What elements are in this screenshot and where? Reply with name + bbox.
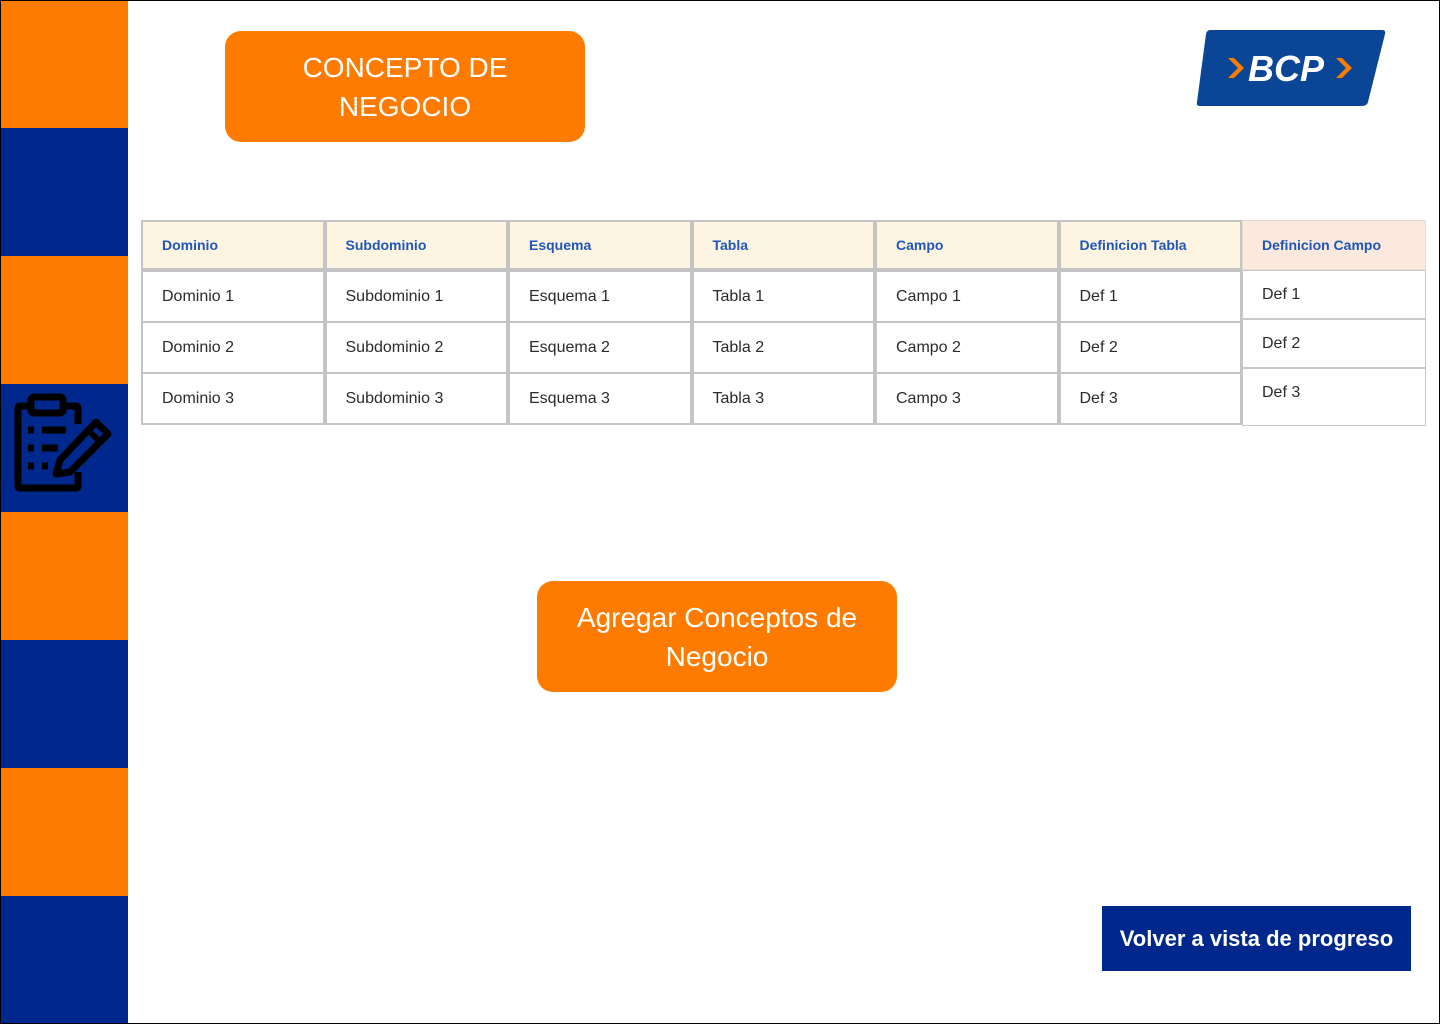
table-cell: Dominio 1 [141,270,325,323]
logo-text: BCP [1248,48,1325,89]
table-cell: Subdominio 1 [324,270,508,323]
page-frame [0,0,1440,1024]
table-cell: Def 2 [1058,321,1242,374]
table-header-cell: Dominio [141,220,325,270]
table-header-cell: Campo [875,220,1059,270]
table-header-cell: Tabla [691,220,875,270]
table-header-cell: Definicion Tabla [1058,220,1242,270]
sidebar [0,0,128,1024]
table-cell: Campo 1 [875,270,1059,323]
sidebar-stripe [0,512,128,640]
table-cell: Campo 3 [875,372,1059,425]
table-cell: Esquema 1 [508,270,692,323]
table-header-cell: Subdominio [324,220,508,270]
table-cell: Dominio 3 [141,372,325,425]
table-cell: Def 3 [1058,372,1242,425]
add-concepts-button[interactable]: Agregar Conceptos de Negocio [537,581,897,692]
add-concepts-label: Agregar Conceptos de Negocio [576,601,858,672]
table-header-cell: Esquema [508,220,692,270]
page-title-text: CONCEPTO DE NEGOCIO [302,51,508,122]
back-to-progress-label: Volver a vista de progreso [1119,925,1394,951]
table-cell: Subdominio 2 [324,321,508,374]
page-title: CONCEPTO DE NEGOCIO [225,31,585,142]
table-cell: Tabla 2 [691,321,875,374]
table-cell: Campo 2 [875,321,1059,374]
back-to-progress-button[interactable]: Volver a vista de progreso [1102,906,1411,971]
clipboard-edit-icon [14,393,112,492]
sidebar-stripe [0,896,128,1024]
bcp-logo: BCP [1196,30,1386,106]
sidebar-stripe [0,256,128,384]
table-header-cell: Definicion Campo [1242,220,1426,270]
table-cell: Def 2 [1242,319,1426,368]
sidebar-stripe [0,128,128,256]
sidebar-stripe [0,0,128,128]
sidebar-stripe [0,640,128,768]
table-cell: Esquema 2 [508,321,692,374]
sidebar-stripe [0,768,128,896]
table-cell: Def 1 [1058,270,1242,323]
table-cell: Tabla 1 [691,270,875,323]
table-cell: Def 1 [1242,270,1426,319]
table-cell: Dominio 2 [141,321,325,374]
table-cell: Esquema 3 [508,372,692,425]
table-cell: Tabla 3 [691,372,875,425]
table-cell: Subdominio 3 [324,372,508,425]
table-cell: Def 3 [1242,368,1426,426]
